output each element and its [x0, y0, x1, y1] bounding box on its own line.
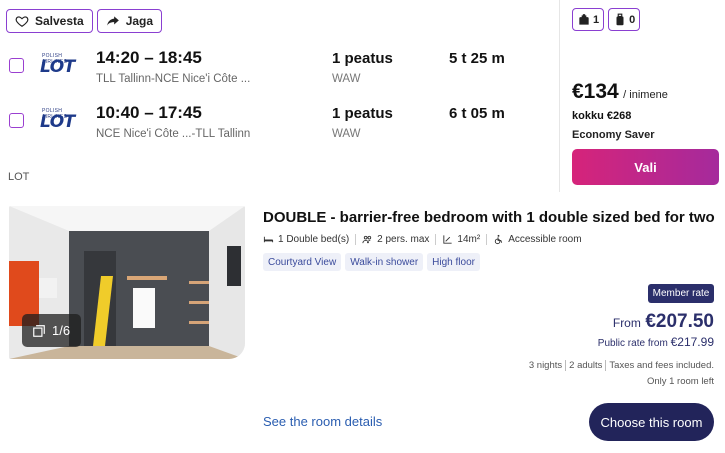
personal-item-badge[interactable]: 1: [572, 8, 605, 31]
price-total: kokku €268: [572, 110, 632, 122]
flight-actions: Salvesta Jaga: [6, 9, 163, 33]
airline-logo-text: LOT: [40, 57, 75, 77]
personal-item-count: 1: [593, 13, 600, 26]
public-rate-amount: €217.99: [670, 335, 714, 349]
feature-accessibility: Accessible room: [493, 234, 582, 245]
feature-occupancy-label: 2 pers. max: [377, 234, 430, 245]
baggage-info: 1 0: [572, 8, 641, 31]
choose-room-button[interactable]: Choose this room: [589, 403, 714, 441]
feature-accessibility-label: Accessible room: [508, 234, 582, 245]
feature-beds-label: 1 Double bed(s): [278, 234, 350, 245]
separator: [355, 234, 357, 245]
share-label: Jaga: [125, 14, 154, 28]
leg-route: NCE Nice'i Côte ...-TLL Tallinn: [96, 128, 251, 140]
wheelchair-icon: [495, 234, 503, 245]
public-rate-label: Public rate from: [597, 338, 668, 349]
bed-icon: [263, 236, 274, 243]
price-unit: / inimene: [623, 89, 668, 101]
leg-checkbox[interactable]: [9, 58, 24, 73]
price-amount: €134: [572, 80, 619, 103]
flight-leg-return: POLISH AIRLINES LOT 10:40 – 17:45 NCE Ni…: [0, 100, 560, 150]
price-amount: €207.50: [645, 311, 714, 332]
feature-area-label: 14m²: [457, 234, 481, 245]
leg-route: TLL Tallinn-NCE Nice'i Côte ...: [96, 73, 251, 85]
leg-times: 14:20 – 18:45: [96, 48, 202, 67]
leg-via: WAW: [332, 73, 361, 85]
taxes-note: Taxes and fees included.: [605, 360, 714, 371]
gallery-icon: [33, 324, 45, 337]
carrier-name: LOT: [8, 171, 30, 183]
fare-type: Economy Saver: [572, 129, 655, 141]
leg-via: WAW: [332, 128, 361, 140]
price-per-person: €134 / inimene: [572, 80, 668, 104]
leg-stops: 1 peatus: [332, 105, 393, 122]
stay-meta: 3 nights 2 adults Taxes and fees include…: [529, 360, 714, 371]
public-rate: Public rate from €217.99: [598, 335, 714, 349]
separator: [435, 234, 437, 245]
room-price: From €207.50: [613, 311, 714, 333]
member-rate-badge: Member rate: [648, 284, 714, 303]
leg-duration: 6 t 05 m: [449, 105, 505, 122]
tag: Walk-in shower: [345, 253, 424, 271]
save-label: Salvesta: [35, 14, 84, 28]
backpack-icon: [579, 13, 589, 25]
photo-gallery-badge[interactable]: 1/6: [22, 314, 81, 347]
price-from-label: From: [612, 316, 641, 330]
airline-logo: POLISH AIRLINES LOT: [40, 108, 84, 132]
room-details-link[interactable]: See the room details: [263, 414, 382, 429]
divider: [559, 0, 560, 192]
separator: [486, 234, 488, 245]
leg-times: 10:40 – 17:45: [96, 103, 202, 122]
people-icon: [362, 235, 372, 244]
room-tags: Courtyard View Walk-in shower High floor: [263, 253, 480, 271]
leg-duration: 5 t 25 m: [449, 50, 505, 67]
feature-beds: 1 Double bed(s): [263, 234, 349, 245]
select-flight-button[interactable]: Vali: [572, 149, 719, 185]
cabin-bag-count: 0: [629, 13, 636, 26]
airline-logo: POLISH AIRLINES LOT: [40, 53, 84, 77]
share-arrow-icon: [106, 16, 119, 26]
heart-icon: [15, 16, 29, 27]
feature-occupancy: 2 pers. max: [362, 234, 429, 245]
availability-note: Only 1 room left: [646, 376, 714, 387]
flight-leg-outbound: POLISH AIRLINES LOT 14:20 – 18:45 TLL Ta…: [0, 45, 560, 95]
save-button[interactable]: Salvesta: [6, 9, 93, 33]
room-title: DOUBLE - barrier-free bedroom with 1 dou…: [263, 209, 715, 226]
nights: 3 nights: [528, 360, 563, 371]
tag: Courtyard View: [263, 253, 342, 271]
flight-card: Salvesta Jaga POLISH AIRLINES LOT 14:20 …: [0, 0, 725, 192]
photo-counter: 1/6: [52, 323, 71, 338]
share-button[interactable]: Jaga: [96, 9, 163, 33]
tag: High floor: [427, 253, 480, 271]
feature-area: 14m²: [442, 234, 480, 245]
airline-logo-text: LOT: [40, 112, 75, 132]
suitcase-icon: [616, 13, 624, 25]
cabin-bag-badge[interactable]: 0: [608, 8, 641, 31]
guests: 2 adults: [565, 360, 602, 371]
leg-checkbox[interactable]: [9, 113, 24, 128]
area-icon: [443, 235, 453, 244]
leg-stops: 1 peatus: [332, 50, 393, 67]
room-features: 1 Double bed(s) 2 pers. max 14m² Accessi…: [263, 234, 582, 245]
